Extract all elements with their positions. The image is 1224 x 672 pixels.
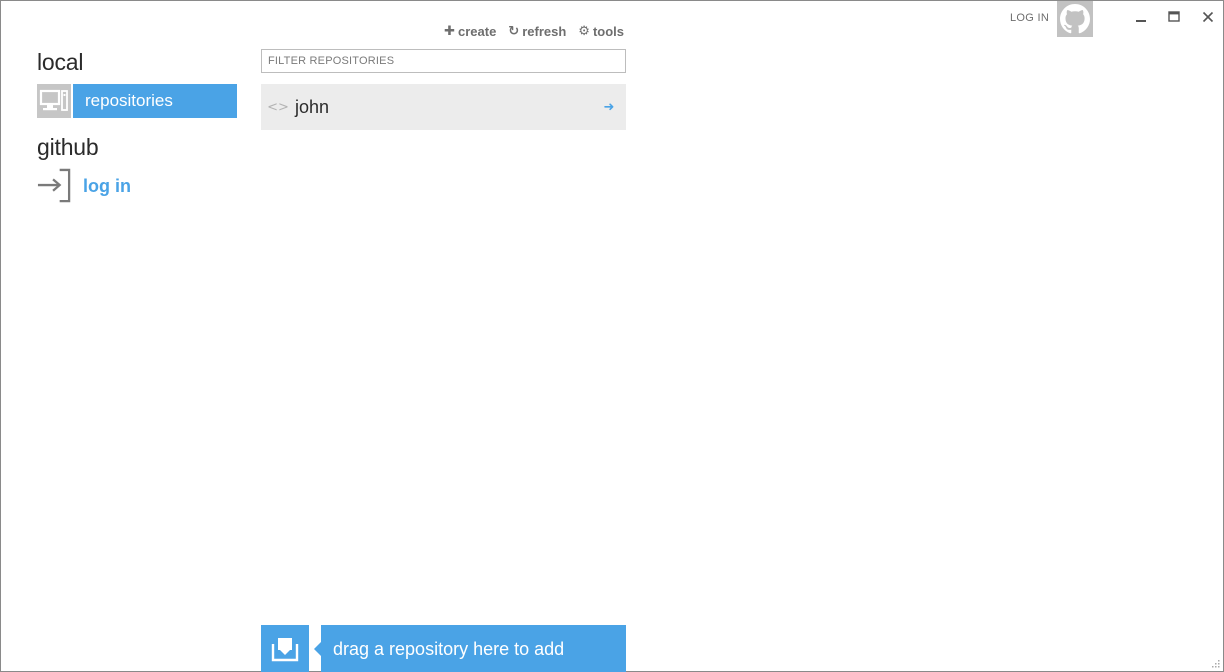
tools-label: tools (592, 23, 624, 39)
create-label: create (457, 23, 497, 39)
top-log-in-link[interactable]: LOG IN (1010, 12, 1049, 24)
create-button[interactable]: ✚ create (444, 23, 496, 39)
login-arrow-icon (37, 168, 71, 203)
refresh-button[interactable]: ↻ refresh (508, 23, 566, 39)
plus-icon: ✚ (444, 23, 455, 38)
filter-repositories-input[interactable] (261, 49, 626, 73)
code-icon: <> (267, 99, 289, 115)
refresh-icon: ↻ (508, 23, 520, 38)
repository-list-item[interactable]: <> john ➜ (261, 84, 626, 130)
computer-icon (37, 84, 71, 118)
sidebar-item-log-in[interactable]: log in (37, 168, 237, 203)
drag-repository-dropzone[interactable]: drag a repository here to add (314, 625, 626, 672)
minimize-button[interactable] (1131, 7, 1151, 27)
github-octocat-icon[interactable] (1057, 1, 1093, 37)
section-title-local: local (37, 49, 84, 75)
gear-icon: ⚙ (578, 23, 590, 38)
maximize-button[interactable] (1164, 7, 1184, 27)
maximize-icon (1168, 11, 1180, 22)
app-window: local repositories github log in ✚ creat… (0, 0, 1224, 672)
tools-button[interactable]: ⚙ tools (578, 23, 624, 39)
refresh-label: refresh (522, 23, 567, 39)
sidebar-item-label: log in (83, 175, 131, 196)
close-icon (1202, 11, 1214, 23)
minimize-icon (1136, 20, 1146, 22)
resize-grip-icon[interactable] (1210, 658, 1220, 668)
close-button[interactable] (1198, 7, 1218, 27)
add-repository-drop-icon (261, 625, 309, 672)
toolbar: ✚ create ↻ refresh ⚙ tools (444, 23, 624, 39)
section-title-github: github (37, 134, 99, 160)
open-repository-arrow-icon[interactable]: ➜ (592, 99, 626, 115)
repository-name: john (295, 96, 330, 117)
sidebar-item-repositories[interactable]: repositories (37, 84, 237, 118)
sidebar-item-label: repositories (73, 84, 237, 118)
